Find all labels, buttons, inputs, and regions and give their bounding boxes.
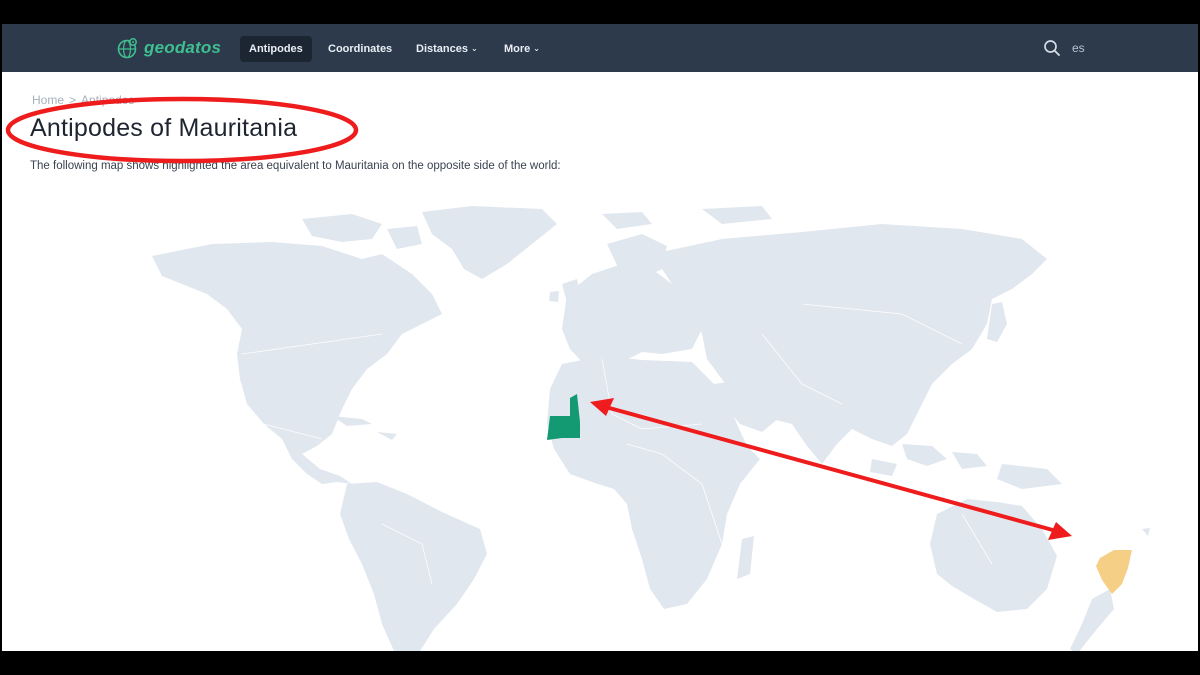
browser-page: geodatos Antipodes Coordinates Distances…	[2, 24, 1198, 651]
letterbox-top	[0, 0, 1200, 24]
annotation-layer	[5, 96, 1072, 540]
title-highlight-ellipse	[5, 96, 359, 164]
letterbox-bottom	[0, 651, 1200, 675]
antipode-arrow-line	[601, 404, 1061, 534]
